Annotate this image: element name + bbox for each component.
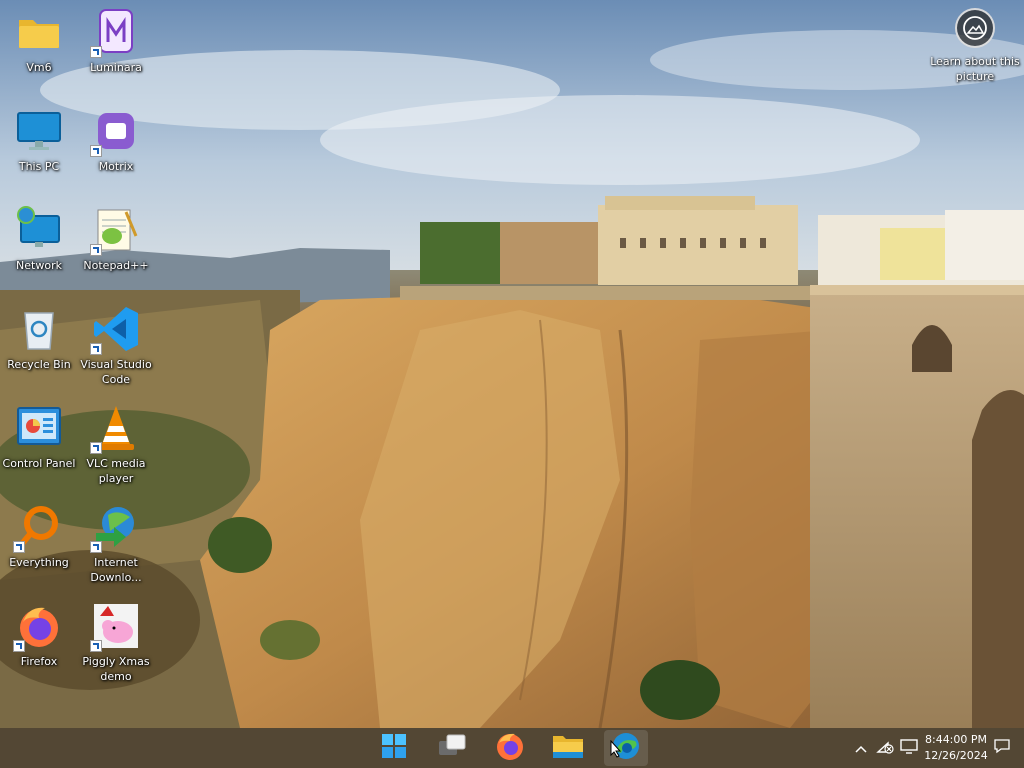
motrix-icon <box>90 107 140 157</box>
taskbar-task-view-button[interactable] <box>430 730 474 766</box>
mouse-cursor-icon <box>610 739 622 762</box>
taskbar-clock[interactable]: 8:44:00 PM 12/26/2024 <box>920 732 992 764</box>
network-disconnected-icon <box>876 738 894 758</box>
idm-icon <box>90 503 140 553</box>
learn-about-picture[interactable]: Learn about this picture <box>930 8 1020 84</box>
desktop-icon-luminara[interactable]: Luminara <box>72 8 160 75</box>
desktop-icon-vscode[interactable]: Visual Studio Code <box>72 305 160 387</box>
windows-start-icon <box>381 733 407 763</box>
desktop-icon-motrix[interactable]: Motrix <box>72 107 160 174</box>
desktop-icon-label: Vm6 <box>26 61 52 74</box>
shortcut-arrow-icon <box>90 145 102 157</box>
task-view-icon <box>437 733 467 763</box>
notepadpp-icon <box>90 206 140 256</box>
shortcut-arrow-icon <box>13 640 25 652</box>
desktop-icon-label: Luminara <box>90 61 142 74</box>
desktop-icon-label: Recycle Bin <box>7 358 71 371</box>
shortcut-arrow-icon <box>90 640 102 652</box>
recycle-bin-icon <box>15 305 63 353</box>
desktop-icon-label: Notepad++ <box>83 259 149 272</box>
desktop-icon-label: This PC <box>18 160 60 173</box>
shortcut-arrow-icon <box>90 442 102 454</box>
file-explorer-icon <box>552 732 584 764</box>
taskbar-start-button[interactable] <box>372 730 416 766</box>
taskbar-firefox-button[interactable] <box>488 730 532 766</box>
desktop-icon-firefox[interactable]: Firefox <box>0 602 83 669</box>
clock-date: 12/26/2024 <box>924 749 988 762</box>
shortcut-arrow-icon <box>90 244 102 256</box>
learn-about-picture-label: Learn about this picture <box>930 55 1020 83</box>
desktop-icon-vm6[interactable]: Vm6 <box>0 8 83 75</box>
desktop-icon-label: Motrix <box>98 160 134 173</box>
vlc-icon <box>90 404 140 454</box>
notification-icon <box>994 738 1010 758</box>
desktop-icon-control-panel[interactable]: Control Panel <box>0 404 83 471</box>
network-icon <box>15 206 63 254</box>
display-icon <box>900 738 918 758</box>
desktop-icon-piggly[interactable]: Piggly Xmas demo <box>72 602 160 684</box>
desktop-icon-label: VLC media player <box>86 457 146 485</box>
shortcut-arrow-icon <box>90 343 102 355</box>
desktop-icon-label: Network <box>16 259 62 272</box>
luminara-icon <box>90 8 140 58</box>
network-status-button[interactable] <box>874 728 896 768</box>
chevron-up-icon <box>855 739 867 758</box>
camera-icon <box>955 8 995 48</box>
desktop-icon-this-pc[interactable]: This PC <box>0 107 83 174</box>
shortcut-arrow-icon <box>90 46 102 58</box>
desktop: Vm6 Luminara This PC Motrix Network Note… <box>0 0 1024 728</box>
desktop-icon-label: Everything <box>9 556 69 569</box>
desktop-icon-notepadpp[interactable]: Notepad++ <box>72 206 160 273</box>
desktop-icon-label: Firefox <box>20 655 58 668</box>
vscode-icon <box>90 305 140 355</box>
desktop-icon-recycle-bin[interactable]: Recycle Bin <box>0 305 83 372</box>
show-hidden-icons-button[interactable] <box>852 728 870 768</box>
clock-time: 8:44:00 PM <box>924 733 988 746</box>
taskbar-file-explorer-button[interactable] <box>546 730 590 766</box>
shortcut-arrow-icon <box>13 541 25 553</box>
notifications-button[interactable] <box>992 728 1012 768</box>
monitor-icon <box>15 107 63 155</box>
desktop-icon-label: Internet Downlo... <box>90 556 142 584</box>
taskbar: 8:44:00 PM 12/26/2024 <box>0 728 1024 768</box>
desktop-icon-everything[interactable]: Everything <box>0 503 83 570</box>
firefox-icon <box>495 731 525 765</box>
display-button[interactable] <box>898 728 920 768</box>
shortcut-arrow-icon <box>90 541 102 553</box>
desktop-icon-network[interactable]: Network <box>0 206 83 273</box>
everything-icon <box>13 503 63 553</box>
desktop-icon-idm[interactable]: Internet Downlo... <box>72 503 160 585</box>
desktop-icon-label: Control Panel <box>2 457 76 470</box>
desktop-icon-label: Piggly Xmas demo <box>82 655 150 683</box>
control-panel-icon <box>15 404 63 452</box>
desktop-icon-label: Visual Studio Code <box>80 358 152 386</box>
firefox-icon <box>13 602 63 652</box>
desktop-icon-vlc[interactable]: VLC media player <box>72 404 160 486</box>
piggly-icon <box>90 602 140 652</box>
folder-icon <box>15 8 63 56</box>
